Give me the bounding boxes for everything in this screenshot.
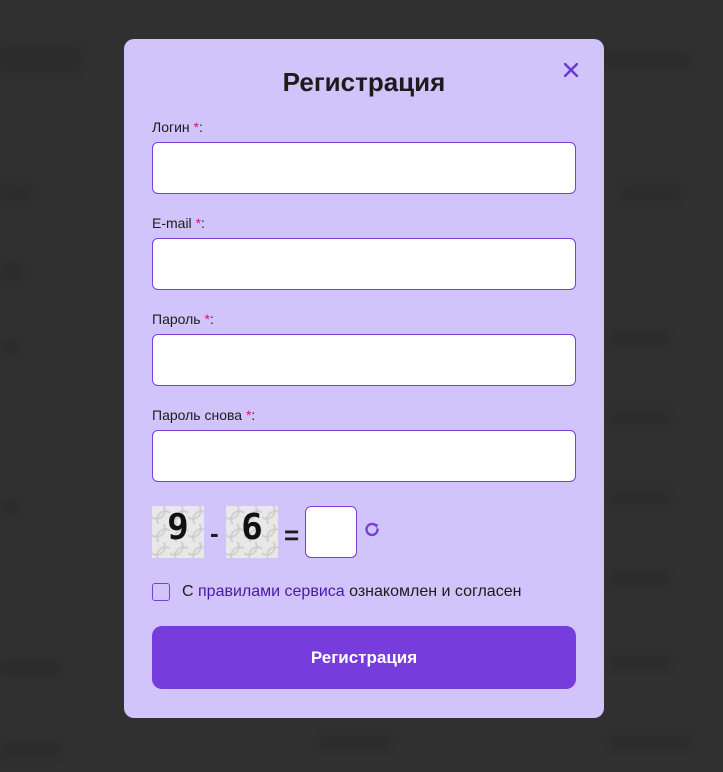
- close-icon-glyph: [564, 63, 578, 77]
- label-colon: :: [201, 215, 205, 231]
- captcha-answer-input[interactable]: [305, 506, 357, 558]
- login-input[interactable]: [152, 142, 576, 194]
- agreement-checkbox[interactable]: [152, 583, 170, 601]
- agreement-suffix: ознакомлен и согласен: [349, 583, 522, 600]
- password-repeat-input[interactable]: [152, 430, 576, 482]
- label-colon: :: [251, 407, 256, 423]
- email-input[interactable]: [152, 238, 576, 290]
- email-label-text: E-mail: [152, 215, 192, 231]
- password-repeat-label-text: Пароль снова: [152, 407, 243, 423]
- service-rules-link[interactable]: правилами сервиса: [198, 583, 345, 600]
- captcha-image-2: 6: [226, 506, 278, 558]
- close-icon[interactable]: [560, 59, 582, 81]
- password-repeat-label: Пароль снова *:: [152, 407, 255, 423]
- label-colon: :: [198, 119, 203, 135]
- captcha-image-1: 9: [152, 506, 204, 558]
- registration-modal: Регистрация Логин *: E-mail *: Пароль *:…: [124, 39, 604, 718]
- password-label-text: Пароль: [152, 311, 201, 327]
- refresh-icon[interactable]: [362, 520, 382, 540]
- label-colon: :: [209, 311, 214, 327]
- register-button[interactable]: Регистрация: [152, 626, 576, 689]
- login-label: Логин *:: [152, 119, 203, 135]
- modal-title: Регистрация: [282, 67, 446, 97]
- captcha-operator: -: [210, 518, 219, 548]
- agreement-text: С правилами сервиса ознакомлен и согласе…: [182, 583, 521, 601]
- agreement-prefix: С: [182, 583, 194, 600]
- password-label: Пароль *:: [152, 311, 214, 327]
- agreement-row: С правилами сервиса ознакомлен и согласе…: [152, 582, 521, 602]
- login-label-text: Логин: [152, 119, 190, 135]
- captcha-equals: =: [284, 520, 300, 550]
- email-label: E-mail *:: [152, 215, 205, 231]
- password-input[interactable]: [152, 334, 576, 386]
